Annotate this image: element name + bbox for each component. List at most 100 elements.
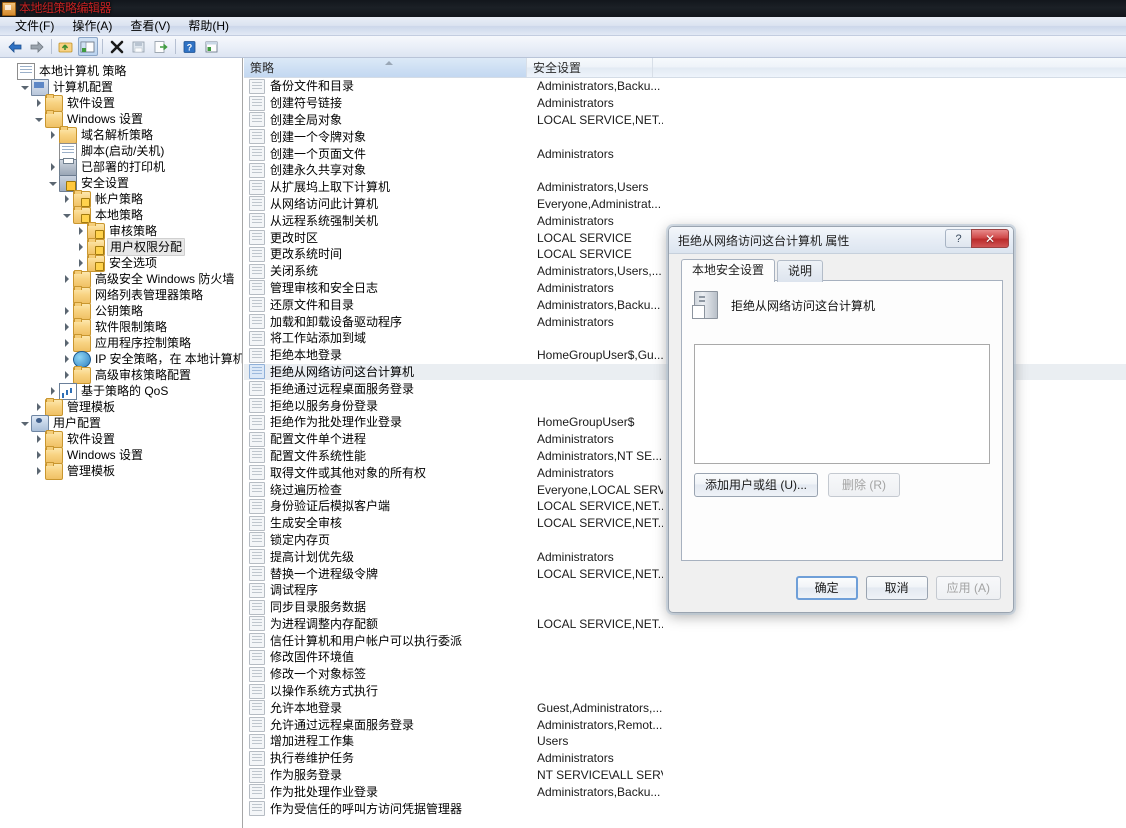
expand-triangle-icon[interactable] — [32, 463, 45, 479]
expand-triangle-icon[interactable] — [60, 351, 73, 367]
tree-item-software-restriction-policies[interactable]: 软件限制策略 — [0, 319, 242, 335]
expand-triangle-icon[interactable] — [60, 271, 73, 287]
table-row[interactable]: 创建符号链接Administrators — [244, 95, 1126, 112]
tree-item-advanced-audit-policy-configuration[interactable]: 高级审核策略配置 — [0, 367, 242, 383]
up-folder-icon[interactable] — [56, 37, 76, 56]
table-row[interactable]: 为进程调整内存配额LOCAL SERVICE,NET... — [244, 616, 1126, 633]
expand-triangle-icon[interactable] — [60, 367, 73, 383]
tree-item-security-settings[interactable]: 安全设置 — [0, 175, 242, 191]
tree-item-public-key-policies[interactable]: 公钥策略 — [0, 303, 242, 319]
expand-triangle-icon[interactable] — [46, 383, 59, 399]
properties-icon[interactable] — [202, 37, 222, 56]
navigation-tree[interactable]: 本地计算机 策略计算机配置软件设置Windows 设置域名解析策略脚本(启动/关… — [0, 58, 243, 828]
forward-arrow-icon[interactable] — [27, 37, 47, 56]
collapse-triangle-icon[interactable] — [32, 111, 45, 127]
dialog-title-bar[interactable]: 拒绝从网络访问这台计算机 属性 ? ✕ — [669, 227, 1013, 254]
tree-item-software-settings-user[interactable]: 软件设置 — [0, 431, 242, 447]
tree-item-scripts[interactable]: 脚本(启动/关机) — [0, 143, 242, 159]
table-row[interactable]: 允许通过远程桌面服务登录Administrators,Remot... — [244, 716, 1126, 733]
tree-item-windows-settings[interactable]: Windows 设置 — [0, 111, 242, 127]
table-row[interactable]: 允许本地登录Guest,Administrators,... — [244, 699, 1126, 716]
menu-help[interactable]: 帮助(H) — [179, 17, 238, 35]
collapse-triangle-icon[interactable] — [18, 415, 31, 431]
table-row[interactable]: 作为受信任的呼叫方访问凭据管理器 — [244, 800, 1126, 817]
collapse-triangle-icon[interactable] — [46, 175, 59, 191]
expand-triangle-icon[interactable] — [60, 303, 73, 319]
tree-item-windows-firewall-advanced[interactable]: 高级安全 Windows 防火墙 — [0, 271, 242, 287]
table-row[interactable]: 以操作系统方式执行 — [244, 683, 1126, 700]
window-title-bar[interactable]: 本地组策略编辑器 — [0, 0, 1126, 17]
tree-item-account-policies[interactable]: 帐户策略 — [0, 191, 242, 207]
policy-name-cell: 配置文件单个进程 — [270, 431, 535, 447]
menu-file[interactable]: 文件(F) — [6, 17, 63, 35]
table-row[interactable]: 创建全局对象LOCAL SERVICE,NET... — [244, 112, 1126, 129]
help-question-icon[interactable]: ? — [180, 37, 200, 56]
table-row[interactable]: 备份文件和目录Administrators,Backu... — [244, 78, 1126, 95]
expand-triangle-icon[interactable] — [60, 335, 73, 351]
tree-item-software-settings[interactable]: 软件设置 — [0, 95, 242, 111]
policy-setting-icon — [249, 717, 265, 732]
user-config-icon — [31, 415, 49, 432]
help-question-icon[interactable]: ? — [945, 229, 971, 248]
tree-item-audit-policy[interactable]: 审核策略 — [0, 223, 242, 239]
table-row[interactable]: 创建一个页面文件Administrators — [244, 145, 1126, 162]
tree-item-administrative-templates-user[interactable]: 管理模板 — [0, 463, 242, 479]
expand-triangle-icon[interactable] — [32, 447, 45, 463]
save-icon[interactable] — [129, 37, 149, 56]
table-row[interactable]: 信任计算机和用户帐户可以执行委派 — [244, 632, 1126, 649]
tree-item-windows-settings-user[interactable]: Windows 设置 — [0, 447, 242, 463]
expand-triangle-icon[interactable] — [32, 399, 45, 415]
tree-item-computer-configuration[interactable]: 计算机配置 — [0, 79, 242, 95]
tree-item-application-control-policies[interactable]: 应用程序控制策略 — [0, 335, 242, 351]
table-row[interactable]: 增加进程工作集Users — [244, 733, 1126, 750]
close-icon[interactable]: ✕ — [971, 229, 1009, 248]
cancel-button[interactable]: 取消 — [866, 576, 928, 600]
tree-item-local-computer-policy[interactable]: 本地计算机 策略 — [0, 63, 242, 79]
tree-item-local-policies[interactable]: 本地策略 — [0, 207, 242, 223]
table-row[interactable]: 创建一个令牌对象 — [244, 128, 1126, 145]
tree-item-policy-based-qos[interactable]: 基于策略的 QoS — [0, 383, 242, 399]
back-arrow-icon[interactable] — [5, 37, 25, 56]
column-header-policy[interactable]: 策略 — [244, 58, 527, 77]
tab-explanation[interactable]: 说明 — [777, 260, 823, 282]
security-setting-cell: Administrators,Backu... — [535, 297, 663, 313]
menu-action[interactable]: 操作(A) — [63, 17, 121, 35]
table-row[interactable]: 作为批处理作业登录Administrators,Backu... — [244, 783, 1126, 800]
tree-item-security-options[interactable]: 安全选项 — [0, 255, 242, 271]
ok-button[interactable]: 确定 — [796, 576, 858, 600]
policy-name-cell: 修改一个对象标签 — [270, 666, 535, 682]
delete-x-icon[interactable] — [107, 37, 127, 56]
expand-triangle-icon[interactable] — [74, 255, 87, 271]
expand-triangle-icon[interactable] — [32, 431, 45, 447]
table-row[interactable]: 修改固件环境值 — [244, 649, 1126, 666]
table-row[interactable]: 执行卷维护任务Administrators — [244, 750, 1126, 767]
expand-triangle-icon[interactable] — [60, 319, 73, 335]
add-user-or-group-button[interactable]: 添加用户或组 (U)... — [694, 473, 818, 497]
show-tree-icon[interactable] — [78, 37, 98, 56]
export-list-icon[interactable] — [151, 37, 171, 56]
table-row[interactable]: 从网络访问此计算机Everyone,Administrat... — [244, 196, 1126, 213]
collapse-triangle-icon[interactable] — [18, 79, 31, 95]
column-header-security-setting[interactable]: 安全设置 — [527, 58, 653, 77]
user-or-group-listbox[interactable] — [694, 344, 990, 464]
tab-local-security-setting[interactable]: 本地安全设置 — [681, 259, 775, 282]
tree-item-user-configuration[interactable]: 用户配置 — [0, 415, 242, 431]
tree-item-name-resolution-policy[interactable]: 域名解析策略 — [0, 127, 242, 143]
table-row[interactable]: 从扩展坞上取下计算机Administrators,Users — [244, 179, 1126, 196]
expand-triangle-icon[interactable] — [74, 223, 87, 239]
table-row[interactable]: 修改一个对象标签 — [244, 666, 1126, 683]
tree-item-network-list-manager-policies[interactable]: 网络列表管理器策略 — [0, 287, 242, 303]
tree-item-deployed-printers[interactable]: 已部署的打印机 — [0, 159, 242, 175]
expand-triangle-icon[interactable] — [46, 127, 59, 143]
tree-item-ip-security-policies[interactable]: IP 安全策略，在 本地计算机 — [0, 351, 242, 367]
tree-item-user-rights-assignment[interactable]: 用户权限分配 — [0, 239, 242, 255]
table-row[interactable]: 作为服务登录NT SERVICE\ALL SERV... — [244, 767, 1126, 784]
expand-triangle-icon[interactable] — [74, 239, 87, 255]
expand-triangle-icon[interactable] — [46, 159, 59, 175]
collapse-triangle-icon[interactable] — [60, 207, 73, 223]
expand-triangle-icon[interactable] — [60, 191, 73, 207]
tree-item-administrative-templates-computer[interactable]: 管理模板 — [0, 399, 242, 415]
menu-view[interactable]: 查看(V) — [121, 17, 179, 35]
table-row[interactable]: 创建永久共享对象 — [244, 162, 1126, 179]
expand-triangle-icon[interactable] — [32, 95, 45, 111]
